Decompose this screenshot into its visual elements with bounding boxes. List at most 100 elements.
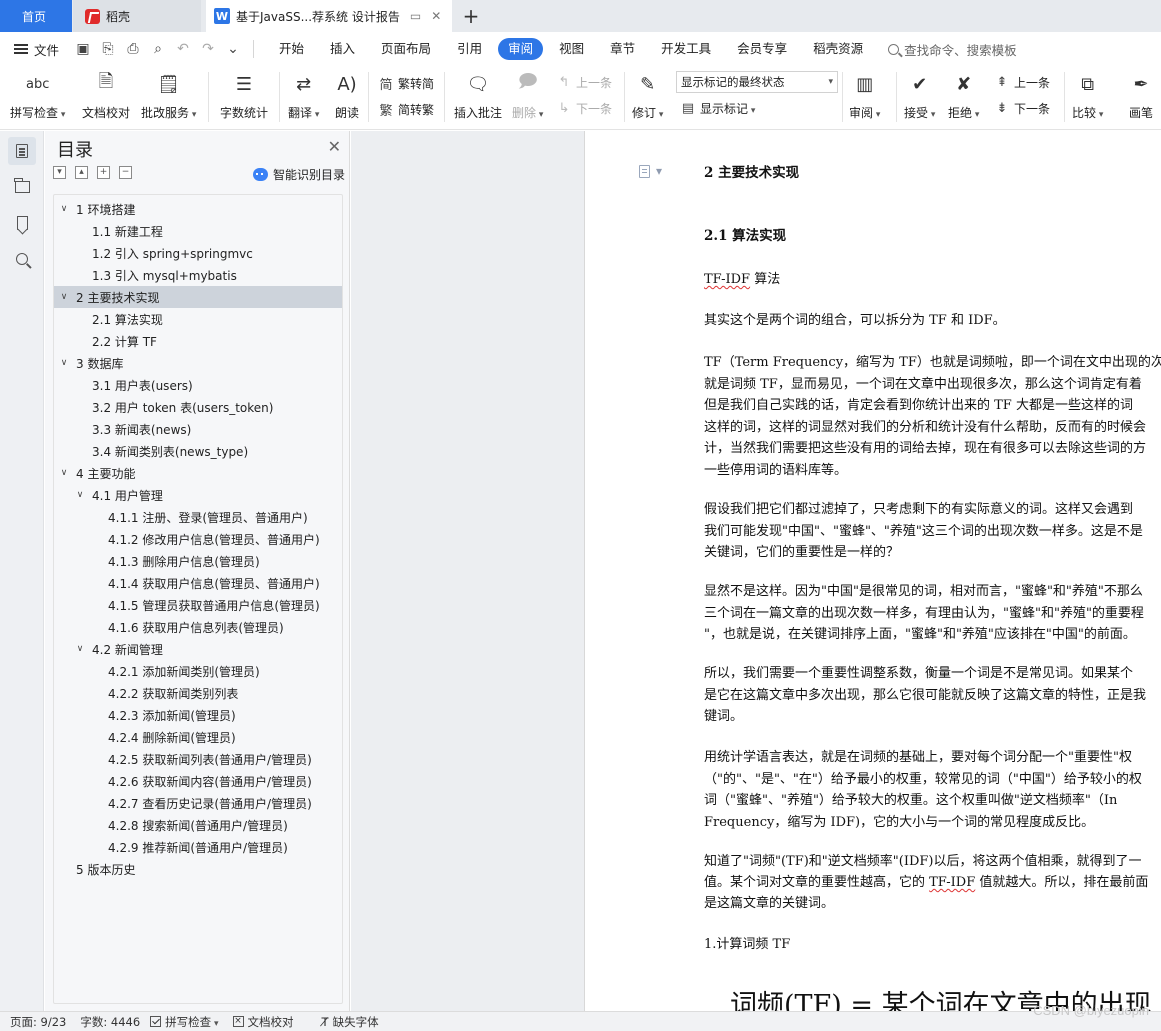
export-icon[interactable]: ⎘	[100, 41, 116, 57]
bookmark-pane-button[interactable]	[8, 209, 36, 237]
menu-item[interactable]: 稻壳资源	[800, 38, 876, 60]
trad-to-simp-button[interactable]: 简 繁转简	[378, 74, 434, 93]
add-heading-icon[interactable]: +	[97, 166, 110, 179]
menu-item[interactable]: 开始	[266, 38, 317, 60]
toc-item[interactable]: 4.1.4 获取用户信息(管理员、普通用户)	[54, 572, 342, 594]
toc-item[interactable]: 2.1 算法实现	[54, 308, 342, 330]
toc-item[interactable]: 4.2.5 获取新闻列表(普通用户/管理员)	[54, 748, 342, 770]
toc-item[interactable]: ∨ 4.1 用户管理	[54, 484, 342, 506]
show-markup-button[interactable]: ▤ 显示标记	[680, 100, 755, 117]
toc-item[interactable]: ∨ 4.2 新闻管理	[54, 638, 342, 660]
toc-item[interactable]: 4.1.1 注册、登录(管理员、普通用户)	[54, 506, 342, 528]
toc-item[interactable]: 3.3 新闻表(news)	[54, 418, 342, 440]
toc-item[interactable]: 4.1.5 管理员获取普通用户信息(管理员)	[54, 594, 342, 616]
toc-item[interactable]: 4.2.3 添加新闻(管理员)	[54, 704, 342, 726]
menu-item[interactable]: 会员专享	[724, 38, 800, 60]
toc-item[interactable]: 4.2.7 查看历史记录(普通用户/管理员)	[54, 792, 342, 814]
revise-button[interactable]: ✎ 修订	[632, 70, 663, 121]
next-comment-button[interactable]: ↳ 下一条	[556, 100, 612, 117]
toc-item[interactable]: 4.2.2 获取新闻类别列表	[54, 682, 342, 704]
ink-button[interactable]: ✒ 画笔	[1128, 70, 1154, 121]
command-search[interactable]: 查找命令、搜索模板	[888, 40, 1017, 59]
toc-item[interactable]: ∨ 1 环境搭建	[54, 198, 342, 220]
word-count-indicator[interactable]: 字数: 4446	[80, 1014, 140, 1030]
toc-item[interactable]: 4.2.1 添加新闻类别(管理员)	[54, 660, 342, 682]
chevron-down-icon[interactable]: ∨	[58, 292, 70, 302]
menu-item[interactable]: 插入	[317, 38, 368, 60]
toc-item[interactable]: 1.1 新建工程	[54, 220, 342, 242]
close-tab-icon[interactable]: ✕	[431, 9, 441, 23]
print-preview-icon[interactable]: ⌕	[150, 41, 166, 57]
insert-comment-button[interactable]: 🗨 插入批注	[454, 70, 502, 121]
toc-item[interactable]: ∨ 3 数据库	[54, 352, 342, 374]
smart-toc-button[interactable]: 智能识别目录	[252, 166, 345, 183]
page-indicator[interactable]: 页面: 9/23	[10, 1014, 66, 1030]
reject-button[interactable]: ✘ 拒绝	[948, 70, 979, 121]
read-aloud-button[interactable]: A) 朗读	[334, 70, 360, 121]
tab-daoke[interactable]: 稻壳	[73, 0, 201, 32]
remove-heading-icon[interactable]: −	[119, 166, 132, 179]
doc-proof-button[interactable]: 🗎 文档校对	[82, 70, 130, 121]
toc-item[interactable]: ∨ 2 主要技术实现	[54, 286, 342, 308]
toc-item[interactable]: 3.2 用户 token 表(users_token)	[54, 396, 342, 418]
toc-item[interactable]: 2.2 计算 TF	[54, 330, 342, 352]
menu-item[interactable]: 开发工具	[648, 38, 724, 60]
toc-item[interactable]: 4.2.4 删除新闻(管理员)	[54, 726, 342, 748]
toc-item[interactable]: 4.1.2 修改用户信息(管理员、普通用户)	[54, 528, 342, 550]
tab-document[interactable]: W 基于JavaSS...荐系统 设计报告 ▭ ✕	[206, 0, 452, 32]
status-doc-proof[interactable]: × 文档校对	[232, 1014, 294, 1030]
review-pane-button[interactable]: ▥ 审阅	[849, 70, 880, 121]
toc-item[interactable]: 4.2.6 获取新闻内容(普通用户/管理员)	[54, 770, 342, 792]
translate-button[interactable]: ⇄ 翻译	[288, 70, 319, 121]
print-icon[interactable]: ⎙	[125, 41, 141, 57]
markup-state-select[interactable]: 显示标记的最终状态	[676, 71, 838, 93]
toc-item[interactable]: 4.1.6 获取用户信息列表(管理员)	[54, 616, 342, 638]
paragraph-menu[interactable]: ▾	[639, 164, 662, 178]
tab-home[interactable]: 首页	[0, 0, 72, 32]
menu-item[interactable]: 引用	[444, 38, 495, 60]
menu-item[interactable]: 章节	[597, 38, 648, 60]
toc-item[interactable]: 4.2.8 搜索新闻(普通用户/管理员)	[54, 814, 342, 836]
spell-check-button[interactable]: abc 拼写检查	[10, 70, 65, 121]
compare-button[interactable]: ⧉ 比较	[1072, 70, 1103, 121]
close-icon[interactable]: ✕	[328, 137, 341, 156]
find-pane-button[interactable]	[8, 245, 36, 273]
toc-pane-button[interactable]	[8, 137, 36, 165]
menu-item[interactable]: 审阅	[498, 38, 544, 60]
collapse-all-icon[interactable]: ▴	[75, 166, 88, 179]
next-change-button[interactable]: ⇟ 下一条	[994, 100, 1050, 117]
new-tab-button[interactable]: +	[460, 0, 482, 32]
menu-item[interactable]: 视图	[546, 38, 597, 60]
chevron-down-icon[interactable]: ∨	[58, 468, 70, 478]
toc-item[interactable]: ∨ 4 主要功能	[54, 462, 342, 484]
toc-item[interactable]: 3.4 新闻类别表(news_type)	[54, 440, 342, 462]
simp-to-trad-button[interactable]: 繁 简转繁	[378, 100, 434, 119]
chapter-pane-button[interactable]	[8, 173, 36, 201]
toc-item[interactable]: 5 版本历史	[54, 858, 342, 880]
screen-icon[interactable]: ▭	[410, 9, 421, 23]
status-spell-check[interactable]: 拼写检查	[150, 1014, 218, 1030]
delete-comment-button[interactable]: 🗩 删除	[512, 70, 543, 121]
document-page[interactable]: ▾ 2 主要技术实现 2.1 算法实现 TF-IDF 算法 其实这个是两个词的组…	[584, 131, 1161, 1011]
redo-icon[interactable]: ↷	[200, 41, 216, 57]
chevron-down-icon[interactable]: ∨	[58, 358, 70, 368]
annotate-service-button[interactable]: 🗒 批改服务	[141, 70, 196, 121]
toc-item[interactable]: 4.1.3 删除用户信息(管理员)	[54, 550, 342, 572]
expand-all-icon[interactable]: ▾	[53, 166, 66, 179]
prev-comment-button[interactable]: ↰ 上一条	[556, 74, 612, 91]
chevron-down-icon[interactable]: ∨	[74, 644, 86, 654]
toc-item[interactable]: 4.2.9 推荐新闻(普通用户/管理员)	[54, 836, 342, 858]
word-count-button[interactable]: ☰ 字数统计	[220, 70, 268, 121]
toc-item[interactable]: 1.3 引入 mysql+mybatis	[54, 264, 342, 286]
save-icon[interactable]: ▣	[75, 41, 91, 57]
status-missing-font[interactable]: T̸ 缺失字体	[322, 1014, 379, 1030]
file-menu[interactable]: 文件	[14, 40, 59, 59]
toc-item[interactable]: 3.1 用户表(users)	[54, 374, 342, 396]
chevron-down-icon[interactable]: ∨	[58, 204, 70, 214]
prev-change-button[interactable]: ⇞ 上一条	[994, 74, 1050, 91]
toc-item[interactable]: 1.2 引入 spring+springmvc	[54, 242, 342, 264]
accept-button[interactable]: ✔ 接受	[904, 70, 935, 121]
chevron-down-icon[interactable]: ∨	[74, 490, 86, 500]
menu-item[interactable]: 页面布局	[368, 38, 444, 60]
undo-icon[interactable]: ↶	[175, 41, 191, 57]
